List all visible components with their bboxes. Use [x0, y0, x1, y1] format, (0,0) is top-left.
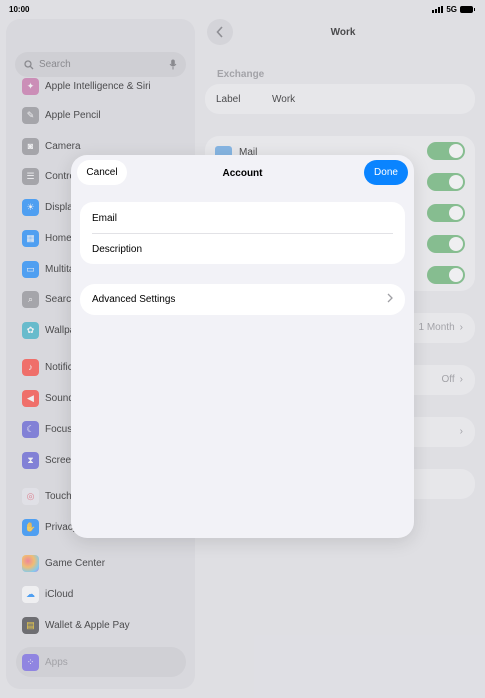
search-placeholder: Search: [39, 59, 71, 70]
modal-title: Account: [222, 168, 263, 179]
network-label: 5G: [446, 5, 457, 14]
chevron-right-icon: [387, 293, 393, 303]
done-button[interactable]: Done: [364, 160, 408, 185]
search-icon: [24, 59, 34, 69]
account-form: [80, 202, 405, 264]
email-field[interactable]: [92, 211, 392, 225]
battery-icon: [460, 6, 475, 13]
description-field[interactable]: [92, 242, 392, 256]
status-time: 10:00: [9, 5, 30, 14]
advanced-settings-label: Advanced Settings: [92, 294, 176, 305]
signal-icon: [432, 6, 444, 13]
divider: [92, 233, 393, 234]
advanced-settings-row[interactable]: Advanced Settings: [80, 284, 405, 315]
status-indicators: 5G: [432, 5, 475, 14]
search-field[interactable]: Search: [15, 52, 186, 77]
microphone-icon[interactable]: [169, 59, 177, 70]
account-modal: Cancel Account Done Advanced Settings: [71, 155, 414, 538]
status-bar: 10:00 5G: [0, 0, 485, 18]
